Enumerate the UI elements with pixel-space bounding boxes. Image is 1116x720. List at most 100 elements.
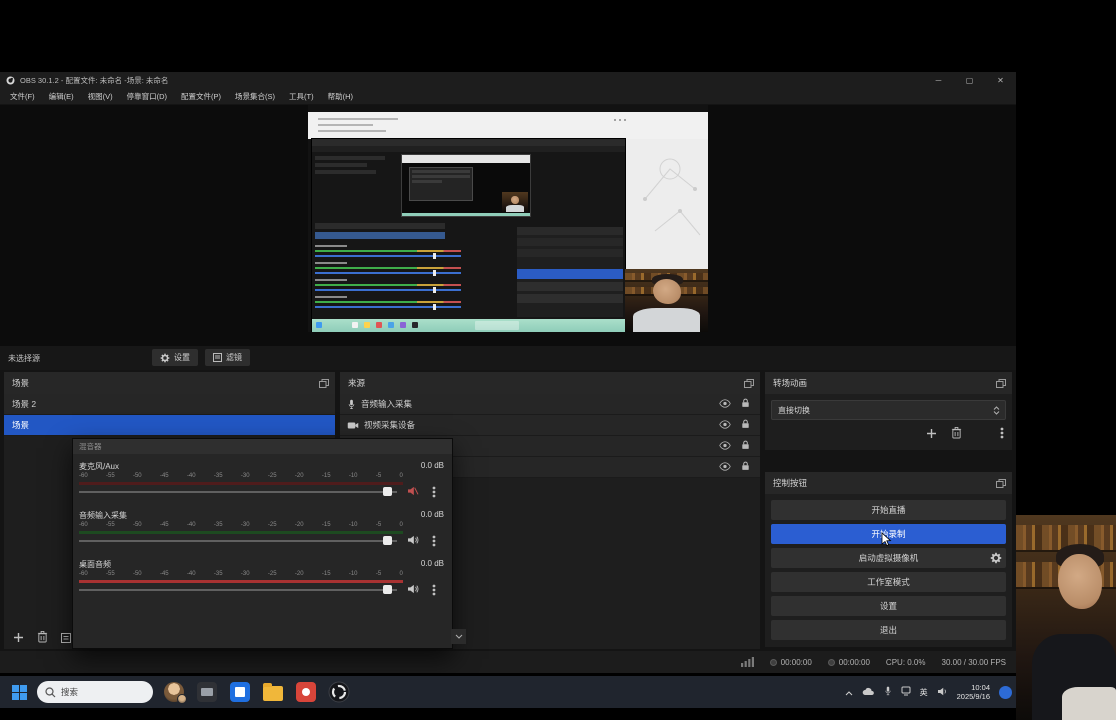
db-tick-label: -55 <box>105 522 115 528</box>
source-filters-button[interactable]: 滤镜 <box>205 349 250 366</box>
control-button[interactable]: 工作室模式 <box>771 572 1006 592</box>
db-tick-label: -15 <box>321 473 331 479</box>
volume-slider-handle[interactable] <box>383 487 392 496</box>
channel-options-dots-icon[interactable] <box>432 584 436 596</box>
visibility-eye-icon[interactable] <box>719 398 731 410</box>
chevron-down-icon[interactable] <box>451 629 466 644</box>
menu-item[interactable]: 文件(F) <box>3 91 42 102</box>
taskbar-app-red[interactable] <box>294 680 318 704</box>
volume-slider-handle[interactable] <box>383 585 392 594</box>
tray-link-icon[interactable] <box>901 683 911 701</box>
visibility-eye-icon[interactable] <box>719 419 731 431</box>
menu-item[interactable]: 场景集合(S) <box>228 91 282 102</box>
menu-item[interactable]: 工具(T) <box>282 91 321 102</box>
dock-menu-icon[interactable] <box>996 378 1006 388</box>
control-button[interactable]: 退出 <box>771 620 1006 640</box>
gear-icon <box>160 353 170 362</box>
add-scene-button[interactable] <box>13 630 24 648</box>
obs-titlebar[interactable]: OBS 30.1.2 - 配置文件: 未命名 -场景: 未命名 ─ ▢ ✕ <box>0 72 1016 89</box>
transition-properties-dots-icon[interactable] <box>1000 426 1004 444</box>
fps-indicator: 30.00 / 30.00 FPS <box>941 657 1007 667</box>
add-transition-button[interactable] <box>926 426 937 444</box>
sources-panel-header[interactable]: 来源 <box>340 372 760 394</box>
scenes-panel-header[interactable]: 场景 <box>4 372 335 394</box>
clock-time: 10:04 <box>971 682 990 692</box>
taskbar-clock[interactable]: 10:04 2025/9/16 <box>957 683 990 702</box>
volume-slider[interactable] <box>79 491 397 493</box>
channel-name: 桌面音频 <box>79 560 111 569</box>
tray-mic-icon[interactable] <box>884 683 892 701</box>
dock-menu-icon[interactable] <box>996 478 1006 488</box>
db-tick-label: -50 <box>132 522 142 528</box>
volume-slider[interactable] <box>79 540 397 542</box>
lock-icon[interactable] <box>741 398 750 410</box>
volume-slider-handle[interactable] <box>383 536 392 545</box>
menu-item[interactable]: 帮助(H) <box>321 91 360 102</box>
remove-transition-button[interactable] <box>951 426 962 444</box>
remove-scene-button[interactable] <box>37 630 48 648</box>
visibility-eye-icon[interactable] <box>719 461 731 473</box>
taskbar-app-dark[interactable] <box>195 680 219 704</box>
volume-slider[interactable] <box>79 589 397 591</box>
taskbar-user-avatar[interactable] <box>162 680 187 704</box>
db-tick-label: -5 <box>375 571 382 577</box>
taskbar-app-blue[interactable] <box>228 680 252 704</box>
audio-mixer-window[interactable]: 混音器 麦克风/Aux 0.0 dB -60 -55 -50 -45 -40 -35 -30… <box>72 438 453 649</box>
db-tick-label: -25 <box>267 522 277 528</box>
scene-filters-button[interactable] <box>61 630 71 648</box>
scene-row[interactable]: 场景 2 <box>4 394 335 415</box>
rec-timer: 00:00:00 <box>780 657 812 667</box>
controls-panel-header[interactable]: 控制按钮 <box>765 472 1012 494</box>
virtual-camera-settings-gear-icon[interactable] <box>990 552 1002 564</box>
source-row[interactable]: 音频输入采集 <box>340 394 760 415</box>
visibility-eye-icon[interactable] <box>719 440 731 452</box>
nested-preview <box>402 155 530 216</box>
transitions-panel-header[interactable]: 转场动画 <box>765 372 1012 394</box>
source-properties-button[interactable]: 设置 <box>152 349 198 366</box>
channel-options-dots-icon[interactable] <box>432 486 436 498</box>
preview-area[interactable] <box>0 105 1016 346</box>
transitions-panel: 转场动画 直接切换 <box>765 372 1012 450</box>
search-placeholder: 搜索 <box>61 687 79 697</box>
close-button[interactable]: ✕ <box>985 72 1016 89</box>
channel-options-dots-icon[interactable] <box>432 535 436 547</box>
db-tick-label: 0 <box>399 571 403 577</box>
scene-row-selected[interactable]: 场景 <box>4 415 335 436</box>
chevron-up-icon[interactable] <box>845 683 853 701</box>
db-tick-label: -35 <box>213 571 223 577</box>
taskbar-file-explorer[interactable] <box>261 680 285 704</box>
lock-icon[interactable] <box>741 419 750 431</box>
dock-menu-icon[interactable] <box>319 378 329 388</box>
notification-badge[interactable] <box>999 685 1012 699</box>
taskbar-obs-icon[interactable] <box>327 680 351 704</box>
person-head <box>1058 553 1102 610</box>
source-row[interactable]: 视频采集设备 <box>340 415 760 436</box>
control-button[interactable]: 开始直播 <box>771 500 1006 520</box>
onedrive-cloud-icon[interactable] <box>862 683 875 701</box>
db-tick-label: -40 <box>186 522 196 528</box>
start-button[interactable] <box>12 684 27 700</box>
speaker-muted-icon[interactable] <box>407 486 419 496</box>
maximize-button[interactable]: ▢ <box>954 72 985 89</box>
volume-icon[interactable] <box>937 683 948 701</box>
ime-indicator[interactable]: 英 <box>920 687 928 698</box>
speaker-icon[interactable] <box>407 584 419 594</box>
minimize-button[interactable]: ─ <box>923 72 954 89</box>
mic-icon <box>347 399 356 410</box>
transition-select[interactable]: 直接切换 <box>771 400 1006 420</box>
dock-menu-icon[interactable] <box>744 378 754 388</box>
taskbar-search[interactable]: 搜索 <box>37 681 153 703</box>
lock-icon[interactable] <box>741 440 750 452</box>
db-tick-label: -10 <box>348 571 358 577</box>
preview-screen-capture[interactable] <box>308 105 708 332</box>
mixer-titlebar[interactable]: 混音器 <box>73 439 452 454</box>
control-button[interactable]: 设置 <box>771 596 1006 616</box>
menu-item[interactable]: 配置文件(P) <box>174 91 228 102</box>
controls-panel: 控制按钮 开始直播 开始录制 启动虚拟摄像机 工作室模式 设置 退出 <box>765 472 1012 647</box>
speaker-icon[interactable] <box>407 535 419 545</box>
menu-item[interactable]: 停靠窗口(D) <box>120 91 174 102</box>
menu-item[interactable]: 编辑(E) <box>42 91 81 102</box>
menu-item[interactable]: 视图(V) <box>81 91 120 102</box>
lock-icon[interactable] <box>741 461 750 473</box>
cpu-usage: CPU: 0.0% <box>885 657 926 667</box>
